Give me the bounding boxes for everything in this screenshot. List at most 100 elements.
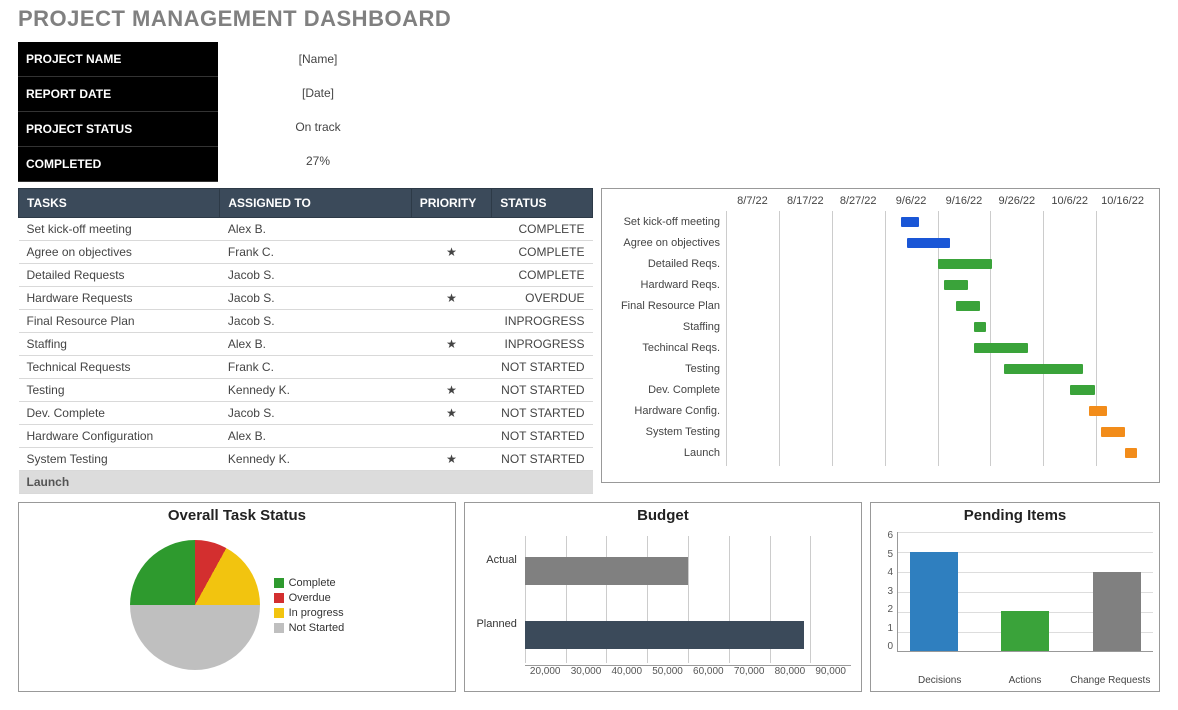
- task-priority: [411, 310, 492, 333]
- task-name: Final Resource Plan: [19, 310, 220, 333]
- task-assigned: Jacob S.: [220, 287, 411, 310]
- budget-tick: 80,000: [770, 666, 811, 677]
- gantt-chart: 8/7/228/17/228/27/229/6/229/16/229/26/22…: [601, 188, 1160, 483]
- gantt-tick: 10/16/22: [1096, 195, 1149, 207]
- tasks-th-tasks: TASKS: [19, 189, 220, 218]
- task-status: OVERDUE: [492, 287, 593, 310]
- gantt-row: System Testing: [606, 421, 1149, 442]
- gantt-tick: 9/6/22: [885, 195, 938, 207]
- pending-x-label: Decisions: [897, 675, 982, 686]
- gantt-bar: [1101, 427, 1125, 437]
- task-assigned: Jacob S.: [220, 310, 411, 333]
- launch-label: Launch: [19, 471, 593, 494]
- table-row: Technical RequestsFrank C.NOT STARTED: [19, 356, 593, 379]
- table-row: StaffingAlex B.★INPROGRESS: [19, 333, 593, 356]
- task-status: NOT STARTED: [492, 379, 593, 402]
- task-status: COMPLETE: [492, 241, 593, 264]
- gantt-row-label: Detailed Reqs.: [606, 258, 726, 270]
- task-name: Dev. Complete: [19, 402, 220, 425]
- table-row: System TestingKennedy K.★NOT STARTED: [19, 448, 593, 471]
- pending-y-tick: 6: [875, 530, 893, 541]
- budget-tick: 50,000: [647, 666, 688, 677]
- legend-item: Overdue: [274, 592, 345, 604]
- task-status: NOT STARTED: [492, 402, 593, 425]
- tasks-table: TASKS ASSIGNED TO PRIORITY STATUS Set ki…: [18, 188, 593, 494]
- pending-x-label: Change Requests: [1068, 675, 1153, 686]
- gantt-row: Set kick-off meeting: [606, 211, 1149, 232]
- legend-swatch: [274, 608, 284, 618]
- pie-chart-panel: Overall Task Status Complete Overdue In pr…: [18, 502, 456, 692]
- task-name: Agree on objectives: [19, 241, 220, 264]
- budget-tick: 30,000: [566, 666, 607, 677]
- pie-chart: [130, 540, 260, 670]
- info-label-report-date: REPORT DATE: [18, 77, 218, 112]
- task-name: Technical Requests: [19, 356, 220, 379]
- budget-title: Budget: [465, 503, 861, 526]
- task-assigned: Alex B.: [220, 218, 411, 241]
- budget-bar: [525, 557, 688, 585]
- task-assigned: Frank C.: [220, 356, 411, 379]
- gantt-tick: 9/16/22: [938, 195, 991, 207]
- gantt-row: Launch: [606, 442, 1149, 463]
- task-priority: ★: [411, 379, 492, 402]
- pending-y-tick: 4: [875, 567, 893, 578]
- pending-y-tick: 1: [875, 623, 893, 634]
- table-row: Dev. CompleteJacob S.★NOT STARTED: [19, 402, 593, 425]
- task-assigned: Jacob S.: [220, 264, 411, 287]
- task-priority: [411, 264, 492, 287]
- gantt-row: Staffing: [606, 316, 1149, 337]
- legend-item: Complete: [274, 577, 345, 589]
- pie-legend: Complete Overdue In progress Not Started: [274, 574, 345, 637]
- pending-bar: [1093, 572, 1141, 651]
- gantt-row: Testing: [606, 358, 1149, 379]
- gantt-row-label: Staffing: [606, 321, 726, 333]
- task-assigned: Alex B.: [220, 333, 411, 356]
- gantt-tick: 10/6/22: [1043, 195, 1096, 207]
- task-assigned: Kennedy K.: [220, 379, 411, 402]
- gantt-bar: [974, 343, 1028, 353]
- table-row: TestingKennedy K.★NOT STARTED: [19, 379, 593, 402]
- table-row: Final Resource PlanJacob S.INPROGRESS: [19, 310, 593, 333]
- legend-item: Not Started: [274, 622, 345, 634]
- gantt-bar: [1070, 385, 1094, 395]
- task-priority: [411, 218, 492, 241]
- gantt-row: Hardward Reqs.: [606, 274, 1149, 295]
- gantt-row-label: Hardward Reqs.: [606, 279, 726, 291]
- table-row: Detailed RequestsJacob S.COMPLETE: [19, 264, 593, 287]
- task-status: NOT STARTED: [492, 425, 593, 448]
- gantt-bar: [1089, 406, 1107, 416]
- task-name: Testing: [19, 379, 220, 402]
- legend-swatch: [274, 593, 284, 603]
- gantt-bar: [907, 238, 949, 248]
- task-priority: [411, 356, 492, 379]
- budget-row-label: Planned: [469, 618, 521, 630]
- pending-chart-panel: Pending Items 6543210 DecisionsActionsCh…: [870, 502, 1160, 692]
- task-assigned: Kennedy K.: [220, 448, 411, 471]
- pending-y-tick: 2: [875, 604, 893, 615]
- legend-label: Not Started: [289, 622, 345, 634]
- gantt-row-label: Final Resource Plan: [606, 300, 726, 312]
- tasks-th-assigned: ASSIGNED TO: [220, 189, 411, 218]
- task-status: COMPLETE: [492, 264, 593, 287]
- pending-y-tick: 3: [875, 586, 893, 597]
- gantt-row-label: Techincal Reqs.: [606, 342, 726, 354]
- project-info-block: PROJECT NAME REPORT DATE PROJECT STATUS …: [18, 42, 1160, 182]
- info-value-project-name: [Name]: [218, 42, 418, 76]
- task-priority: [411, 425, 492, 448]
- task-assigned: Alex B.: [220, 425, 411, 448]
- gantt-bar: [901, 217, 919, 227]
- task-assigned: Jacob S.: [220, 402, 411, 425]
- legend-item: In progress: [274, 607, 345, 619]
- info-value-project-status: On track: [218, 110, 418, 144]
- table-row: Hardware RequestsJacob S.★OVERDUE: [19, 287, 593, 310]
- task-priority: ★: [411, 402, 492, 425]
- gantt-bar: [1125, 448, 1137, 458]
- table-row-launch: Launch: [19, 471, 593, 494]
- budget-chart-panel: Budget ActualPlanned 20,00030,00040,0005…: [464, 502, 862, 692]
- table-row: Agree on objectivesFrank C.★COMPLETE: [19, 241, 593, 264]
- gantt-row-label: Dev. Complete: [606, 384, 726, 396]
- pie-title: Overall Task Status: [19, 503, 455, 526]
- pending-title: Pending Items: [871, 503, 1159, 526]
- task-priority: ★: [411, 448, 492, 471]
- gantt-row-label: Testing: [606, 363, 726, 375]
